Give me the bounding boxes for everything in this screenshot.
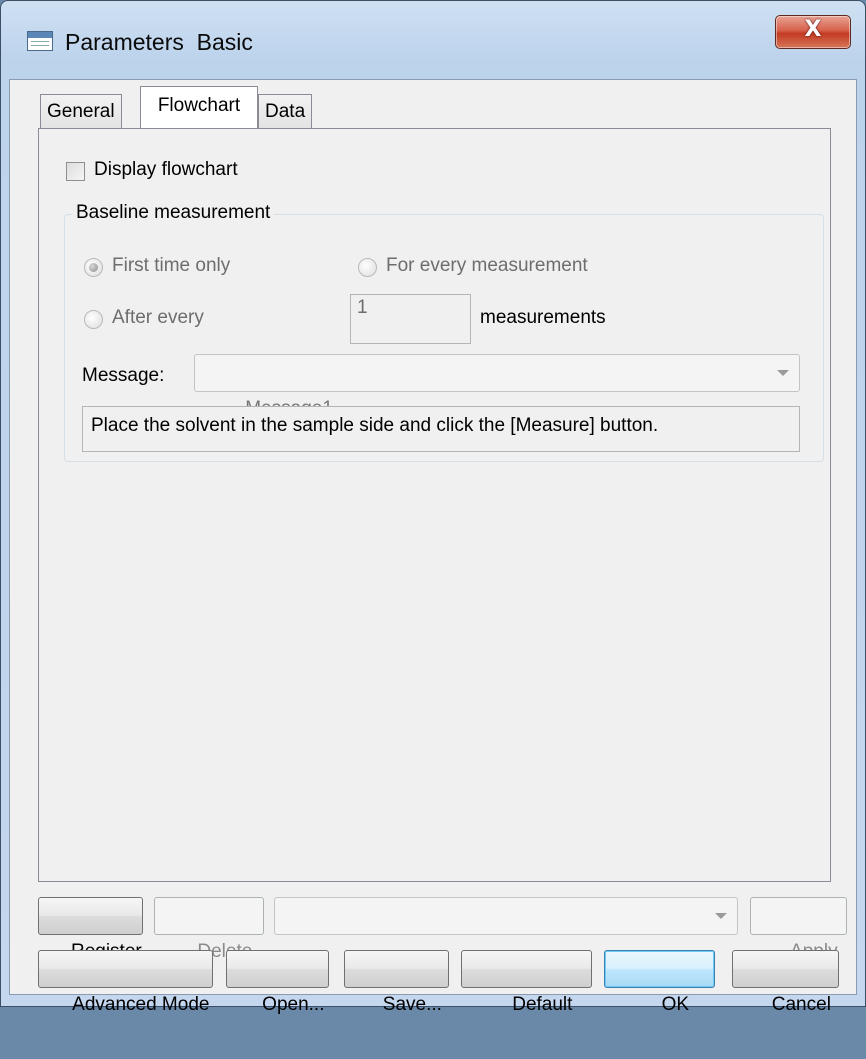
advanced-mode-button-label: Advanced Mode <box>72 994 210 1015</box>
after-every-count-input[interactable]: 1 <box>350 294 471 344</box>
measurements-label: measurements <box>480 307 606 328</box>
every-measurement-label[interactable]: For every measurement <box>386 255 588 277</box>
after-every-label[interactable]: After every <box>112 307 204 329</box>
cancel-button[interactable]: Cancel <box>732 950 839 1015</box>
dialog-client-area: General Flowchart Data Display flowchart… <box>9 79 857 1015</box>
close-button[interactable]: X <box>775 15 851 49</box>
first-time-only-radio[interactable] <box>84 258 103 277</box>
chevron-down-icon <box>715 913 727 919</box>
save-button[interactable]: Save... <box>344 950 449 1015</box>
display-flowchart-label[interactable]: Display flowchart <box>94 159 238 181</box>
every-measurement-radio[interactable] <box>358 258 377 277</box>
close-icon: X <box>804 17 822 42</box>
default-button[interactable]: Default <box>461 950 592 1015</box>
tab-data[interactable]: Data <box>258 94 313 128</box>
display-flowchart-checkbox[interactable] <box>66 162 85 181</box>
parameters-dialog: Parameters Basic X General Flowchart Dat… <box>0 0 866 1015</box>
message-text-box: Place the solvent in the sample side and… <box>82 406 800 452</box>
ok-button-label: OK <box>661 994 690 1015</box>
message-label: Message: <box>82 365 165 386</box>
save-button-label: Save... <box>382 994 442 1015</box>
ok-button[interactable]: OK <box>604 950 715 1015</box>
window-icon <box>27 31 53 51</box>
open-button[interactable]: Open... <box>226 950 329 1015</box>
first-time-only-label[interactable]: First time only <box>112 255 230 277</box>
tab-flowchart[interactable]: Flowchart <box>140 86 258 128</box>
preset-select[interactable] <box>274 897 738 935</box>
baseline-measurement-title: Baseline measurement <box>72 202 275 224</box>
apply-button[interactable]: Apply <box>750 897 847 962</box>
register-button[interactable]: Register <box>38 897 143 962</box>
tab-general[interactable]: General <box>40 94 122 128</box>
chevron-down-icon <box>777 370 789 376</box>
advanced-mode-button[interactable]: Advanced Mode <box>38 950 213 1015</box>
cancel-button-label: Cancel <box>771 994 831 1015</box>
after-every-radio[interactable] <box>84 310 103 329</box>
window-title: Parameters Basic <box>65 29 253 55</box>
title-bar[interactable]: Parameters Basic X <box>1 1 865 79</box>
open-button-label: Open... <box>262 994 325 1015</box>
message-select[interactable]: Message1 <box>194 354 800 419</box>
default-button-label: Default <box>512 994 573 1015</box>
delete-button[interactable]: Delete <box>154 897 264 962</box>
